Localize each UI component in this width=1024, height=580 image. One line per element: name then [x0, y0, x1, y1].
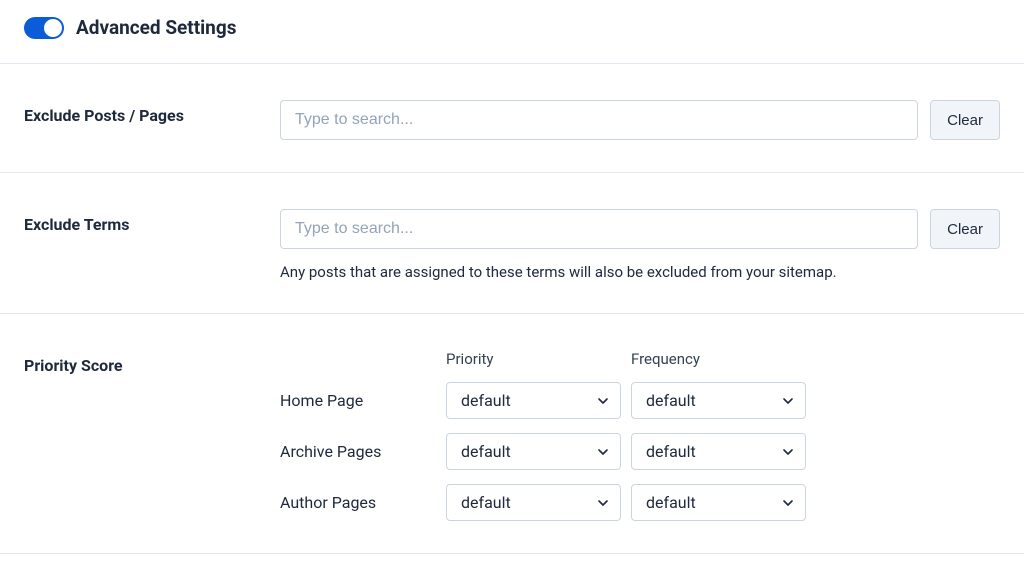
home-frequency-select[interactable]: default: [631, 382, 806, 419]
select-value: default: [646, 493, 696, 512]
priority-row-archive: Archive Pages default default: [280, 433, 1000, 470]
priority-row-label: Author Pages: [280, 493, 446, 512]
priority-row-home: Home Page default default: [280, 382, 1000, 419]
exclude-posts-section: Exclude Posts / Pages Clear: [0, 64, 1024, 173]
priority-row-label: Home Page: [280, 391, 446, 410]
exclude-terms-search-input[interactable]: [280, 209, 918, 249]
priority-row-label: Archive Pages: [280, 442, 446, 461]
priority-score-section: Priority Score Priority Frequency Home P…: [0, 314, 1024, 554]
select-value: default: [646, 442, 696, 461]
home-priority-select[interactable]: default: [446, 382, 621, 419]
priority-header-row: Priority Frequency: [280, 350, 1000, 368]
author-priority-select[interactable]: default: [446, 484, 621, 521]
author-frequency-select[interactable]: default: [631, 484, 806, 521]
exclude-posts-label: Exclude Posts / Pages: [24, 100, 280, 125]
select-value: default: [461, 391, 511, 410]
archive-priority-select[interactable]: default: [446, 433, 621, 470]
frequency-column-header: Frequency: [631, 350, 816, 368]
select-value: default: [461, 493, 511, 512]
exclude-posts-clear-button[interactable]: Clear: [930, 100, 1000, 140]
exclude-posts-search-input[interactable]: [280, 100, 918, 140]
priority-score-label: Priority Score: [24, 350, 280, 375]
advanced-settings-title: Advanced Settings: [76, 16, 236, 39]
advanced-settings-header: Advanced Settings: [0, 0, 1024, 64]
exclude-terms-label: Exclude Terms: [24, 209, 280, 234]
advanced-settings-toggle[interactable]: [24, 17, 64, 39]
priority-row-author: Author Pages default default: [280, 484, 1000, 521]
select-value: default: [461, 442, 511, 461]
exclude-terms-help-text: Any posts that are assigned to these ter…: [280, 263, 1000, 281]
select-value: default: [646, 391, 696, 410]
exclude-terms-section: Exclude Terms Clear Any posts that are a…: [0, 173, 1024, 314]
priority-column-header: Priority: [446, 350, 631, 368]
toggle-knob: [44, 19, 62, 37]
exclude-terms-clear-button[interactable]: Clear: [930, 209, 1000, 249]
archive-frequency-select[interactable]: default: [631, 433, 806, 470]
